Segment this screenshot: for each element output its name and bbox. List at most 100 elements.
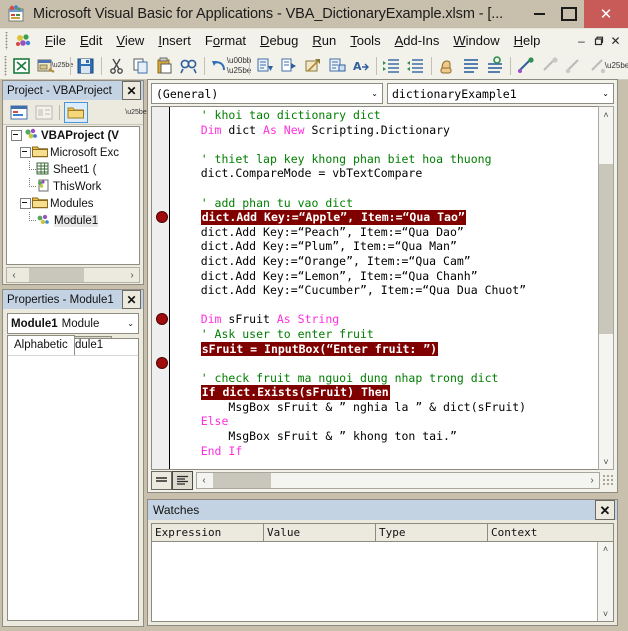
step-over-icon[interactable]: [278, 55, 300, 77]
chevron-down-icon[interactable]: ⌄: [371, 89, 378, 98]
menu-view[interactable]: View: [109, 31, 151, 52]
paste-icon[interactable]: [154, 55, 176, 77]
scroll-right-icon[interactable]: ›: [585, 475, 599, 486]
vscroll-thumb[interactable]: [599, 164, 613, 334]
project-explorer-icon[interactable]: [460, 55, 482, 77]
menu-format[interactable]: Format: [198, 31, 253, 52]
menu-insert[interactable]: Insert: [151, 31, 198, 52]
child-minimize-button[interactable]: –: [573, 31, 590, 51]
procedure-view-icon[interactable]: [151, 470, 172, 490]
menu-file[interactable]: File: [38, 31, 73, 52]
code-line[interactable]: End If: [173, 444, 613, 459]
scroll-down-icon[interactable]: ˅: [599, 454, 613, 469]
code-line[interactable]: dict.Add Key:=“Orange”, Item:=“Qua Cam”: [173, 254, 613, 269]
toolbar-overflow-button[interactable]: \u00bb \u25be: [227, 55, 251, 77]
expand-collapse-icon[interactable]: [11, 130, 22, 141]
code-vertical-scrollbar[interactable]: ˄ ˅: [598, 106, 614, 470]
vscroll-track[interactable]: [598, 556, 613, 607]
find-icon[interactable]: [178, 55, 200, 77]
tree-item-modules-folder[interactable]: Modules: [7, 195, 139, 212]
cut-icon[interactable]: [106, 55, 128, 77]
immediate-window-icon[interactable]: A: [350, 55, 372, 77]
procedure-dropdown[interactable]: dictionaryExample1 ⌄: [387, 83, 614, 104]
full-module-view-icon[interactable]: [172, 470, 193, 490]
properties-close-icon[interactable]: ✕: [122, 290, 141, 309]
scroll-left-icon[interactable]: ‹: [7, 270, 21, 281]
project-tree-hscrollbar[interactable]: ‹ ›: [6, 267, 140, 283]
breakpoint-dot[interactable]: [156, 211, 168, 224]
tree-item-sheet1[interactable]: Sheet1 (: [7, 161, 139, 178]
code-line[interactable]: MsgBox sFruit & ” khong ton tai.”: [173, 429, 613, 444]
watches-column-value[interactable]: Value: [264, 524, 376, 541]
menu-addins[interactable]: Add-Ins: [388, 31, 447, 52]
tree-item-thisworkbook[interactable]: ThisWork: [7, 178, 139, 195]
insert-dropdown-arrow[interactable]: \u25be: [52, 55, 73, 77]
view-excel-icon[interactable]: [11, 55, 33, 77]
save-icon[interactable]: [75, 55, 97, 77]
tab-alphabetic[interactable]: Alphabetic: [7, 335, 75, 355]
scroll-right-icon[interactable]: ›: [125, 270, 139, 281]
toggle-folders-icon[interactable]: [64, 101, 88, 123]
hscroll-thumb[interactable]: [29, 268, 84, 282]
properties-window-icon[interactable]: [484, 55, 506, 77]
view-code-icon[interactable]: [8, 103, 30, 122]
scroll-up-icon[interactable]: ˄: [598, 542, 613, 556]
watches-column-type[interactable]: Type: [376, 524, 488, 541]
project-toolbar-overflow[interactable]: \u25be: [125, 101, 146, 123]
code-line[interactable]: dict.Add Key:=“Peach”, Item:=“Qua Dao”: [173, 225, 613, 240]
watches-column-expression[interactable]: Expression: [152, 524, 264, 541]
scroll-up-icon[interactable]: ˄: [599, 107, 613, 122]
vscroll-track[interactable]: [599, 122, 613, 454]
locals-window-icon[interactable]: [326, 55, 348, 77]
uncomment-block-icon[interactable]: [587, 55, 609, 77]
close-button[interactable]: ✕: [584, 0, 628, 28]
properties-grid[interactable]: (Name) Module1: [7, 338, 139, 621]
tree-item-excel-objects[interactable]: Microsoft Exc: [7, 144, 139, 161]
undo-icon[interactable]: [209, 55, 231, 77]
call-stack-icon[interactable]: [436, 55, 458, 77]
code-line[interactable]: Dim sFruit As String: [173, 312, 613, 327]
code-line[interactable]: Else: [173, 414, 613, 429]
code-line[interactable]: ' khoi tao dictionary dict: [173, 108, 613, 123]
chevron-down-icon[interactable]: ⌄: [127, 319, 134, 328]
view-object-icon[interactable]: [33, 103, 55, 122]
code-text-area[interactable]: ' khoi tao dictionary dict Dim dict As N…: [170, 107, 613, 469]
child-restore-button[interactable]: [590, 31, 607, 51]
step-out-icon[interactable]: [302, 55, 324, 77]
copy-icon[interactable]: [130, 55, 152, 77]
code-line[interactable]: MsgBox sFruit & ” nghia la ” & dict(sFru…: [173, 400, 613, 415]
watches-rows[interactable]: [152, 542, 597, 621]
code-line[interactable]: dict.Add Key:=“Plum”, Item:=“Qua Man”: [173, 239, 613, 254]
watch-window-icon[interactable]: [381, 55, 403, 77]
tree-item-vbaproject[interactable]: VBAProject (V: [7, 127, 139, 144]
resize-grip[interactable]: [602, 474, 614, 486]
code-line[interactable]: [173, 181, 613, 196]
code-line[interactable]: ' check fruit ma nguoi dung nhap trong d…: [173, 371, 613, 386]
breakpoint-dot[interactable]: [156, 357, 168, 370]
comment-block-icon[interactable]: [563, 55, 585, 77]
menu-edit[interactable]: Edit: [73, 31, 109, 52]
code-line[interactable]: sFruit = InputBox(“Enter fruit: ”): [173, 341, 613, 357]
toggle-breakpoint-icon[interactable]: [539, 55, 561, 77]
code-line[interactable]: Dim dict As New Scripting.Dictionary: [173, 123, 613, 138]
menu-run[interactable]: Run: [305, 31, 343, 52]
code-line[interactable]: [173, 458, 613, 469]
code-horizontal-scrollbar[interactable]: ‹ ›: [196, 471, 600, 489]
quick-watch-icon[interactable]: [405, 55, 427, 77]
expand-collapse-icon[interactable]: [20, 147, 31, 158]
menu-help[interactable]: Help: [507, 31, 548, 52]
scroll-left-icon[interactable]: ‹: [197, 475, 211, 486]
toolbar-overflow-button-2[interactable]: \u25be: [605, 55, 628, 77]
menu-debug[interactable]: Debug: [253, 31, 305, 52]
watches-vertical-scrollbar[interactable]: ˄ ˅: [597, 542, 613, 621]
step-into-icon[interactable]: [254, 55, 276, 77]
tree-item-module1[interactable]: Module1: [7, 212, 139, 229]
code-line[interactable]: dict.Add Key:=“Lemon”, Item:=“Qua Chanh”: [173, 269, 613, 284]
hscroll-thumb[interactable]: [213, 472, 271, 488]
code-line[interactable]: ' Ask user to enter fruit: [173, 327, 613, 342]
watches-close-icon[interactable]: ✕: [595, 500, 615, 520]
code-line[interactable]: dict.Add Key:=“Cucumber”, Item:=“Qua Dua…: [173, 283, 613, 298]
code-line[interactable]: [173, 137, 613, 152]
breakpoint-margin[interactable]: [152, 107, 170, 469]
properties-object-select[interactable]: Module1 Module ⌄: [7, 313, 139, 334]
